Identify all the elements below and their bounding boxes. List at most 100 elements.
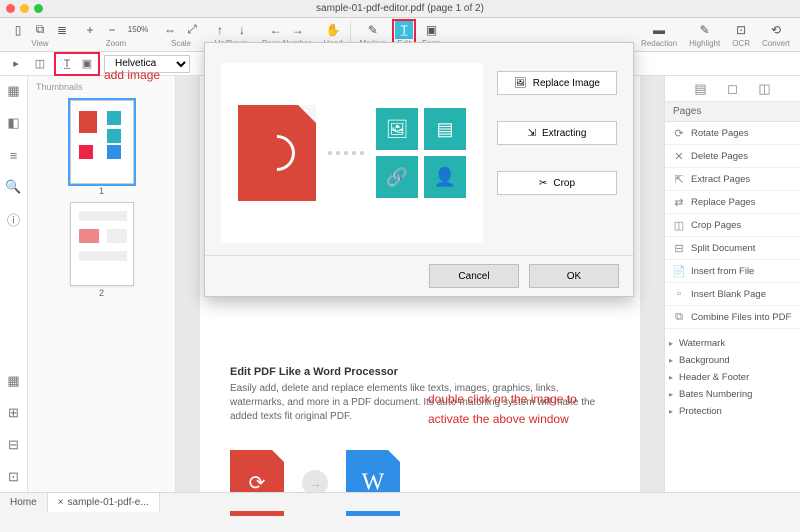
watermark[interactable]: Watermark [665,335,800,352]
highlight-group: ✎ Highlight [683,22,726,48]
add-text-icon[interactable]: T̲ [57,55,77,73]
fit-width-icon[interactable]: ⇔ [162,22,178,38]
collapse-icon[interactable]: ▸ [6,55,26,73]
form-icon[interactable]: ▣ [424,22,440,38]
split-icon: ⊟ [673,242,685,254]
zoom-icon[interactable] [34,4,43,13]
highlight-label: Highlight [689,39,720,48]
outline-tab-icon[interactable]: ≡ [7,148,21,162]
home-tab[interactable]: Home [0,493,48,512]
status-bar: Home ×sample-01-pdf-e... [0,492,800,511]
text-tile-icon: ▤ [424,108,466,150]
insert-blank-page[interactable]: ▫Insert Blank Page [665,283,800,306]
grid2-icon[interactable]: ⊞ [7,406,21,420]
info-tab-icon[interactable]: ⓘ [7,212,21,226]
rotate-icon: ⟳ [673,127,685,139]
add-image-icon[interactable]: ▣ [77,55,97,73]
pages-section-header: Pages [665,102,800,122]
ocr-group: ⊡ OCR [726,22,756,48]
view-group: ▯ ⧉ ≣ View [4,22,76,48]
person-tile-icon: 👤 [424,156,466,198]
image-icon: 🖼 [514,78,527,89]
redaction-label: Redaction [641,39,677,48]
rtab-doc-icon[interactable]: ◻ [726,82,740,96]
window-controls [6,4,43,13]
bates-numbering[interactable]: Bates Numbering [665,386,800,403]
minimize-icon[interactable] [20,4,29,13]
view-single-icon[interactable]: ▯ [10,22,26,38]
hand-icon[interactable]: ✋ [325,22,341,38]
rtab-layers-icon[interactable]: ◫ [758,82,772,96]
rtab-page-icon[interactable]: ▤ [694,82,708,96]
next-page-icon[interactable]: → [290,22,306,38]
header-footer[interactable]: Header & Footer [665,369,800,386]
combine-files[interactable]: ⧉Combine Files into PDF [665,306,800,329]
edit-icon[interactable]: T̲ [395,21,413,39]
grid1-icon[interactable]: ▦ [7,374,21,388]
fit-page-icon[interactable]: ⤢ [184,22,200,38]
highlight-icon[interactable]: ✎ [697,22,713,38]
extract-pages[interactable]: ⇱Extract Pages [665,168,800,191]
delete-icon: ✕ [673,150,685,162]
ocr-icon[interactable]: ⊡ [733,22,749,38]
replace-pages[interactable]: ⇄Replace Pages [665,191,800,214]
redaction-icon[interactable]: ▬ [651,22,667,38]
annotation-dblclick-2: activate the above window [428,412,569,426]
pdf-large-icon [238,105,316,201]
zoom-label: Zoom [106,39,126,48]
combine-icon: ⧉ [673,311,685,323]
right-panel: ▤ ◻ ◫ Pages ⟳Rotate Pages ✕Delete Pages … [664,76,800,492]
convert-icon[interactable]: ⟲ [768,22,784,38]
zoom-group: + − 150% Zoom [76,22,156,48]
article-heading: Edit PDF Like a Word Processor [230,366,610,378]
crop-small-icon: ✂ [539,178,547,189]
view-double-icon[interactable]: ⧉ [32,22,48,38]
prev-page-icon[interactable]: ← [268,22,284,38]
annotation-dblclick-1: double click on the image to [428,392,577,406]
convert-group: ⟲ Convert [756,22,796,48]
page-up-icon[interactable]: ↑ [212,22,228,38]
cancel-button[interactable]: Cancel [429,264,519,288]
convert-label: Convert [762,39,790,48]
crop-button[interactable]: ✂Crop [497,171,617,195]
dots-icon [328,151,364,155]
ocr-label: OCR [732,39,750,48]
zoom-in-icon[interactable]: + [82,22,98,38]
zoom-pct[interactable]: 150% [126,22,150,38]
search-tab-icon[interactable]: 🔍 [7,180,21,194]
extracting-button[interactable]: ⇲Extracting [497,121,617,145]
document-tab[interactable]: ×sample-01-pdf-e... [48,493,160,512]
background[interactable]: Background [665,352,800,369]
grid3-icon[interactable]: ⊟ [7,438,21,452]
convert-diagram: ⟳ → W [200,434,640,532]
page-down-icon[interactable]: ↓ [234,22,250,38]
thumbnail-2[interactable] [70,202,134,286]
thumbnail-1[interactable] [70,100,134,184]
view-label: View [31,39,48,48]
selection-icon[interactable]: ◫ [30,55,50,73]
close-icon[interactable] [6,4,15,13]
ok-button[interactable]: OK [529,264,619,288]
delete-pages[interactable]: ✕Delete Pages [665,145,800,168]
image-edit-dialog: 🖼 ▤ 🔗 👤 🖼Replace Image ⇲Extracting ✂Crop… [204,42,634,297]
replace-image-button[interactable]: 🖼Replace Image [497,71,617,95]
crop-pages[interactable]: ◫Crop Pages [665,214,800,237]
window-title: sample-01-pdf-editor.pdf (page 1 of 2) [316,3,484,14]
thumbnails-tab-icon[interactable]: ▦ [7,84,21,98]
dialog-preview: 🖼 ▤ 🔗 👤 [221,63,483,243]
thumbnails-panel: Thumbnails 1 2 [28,76,176,492]
zoom-out-icon[interactable]: − [104,22,120,38]
rotate-pages[interactable]: ⟳Rotate Pages [665,122,800,145]
insert-file-icon: 📄 [673,265,685,277]
markup-icon[interactable]: ✎ [365,22,381,38]
grid4-icon[interactable]: ⊡ [7,470,21,484]
insert-from-file[interactable]: 📄Insert from File [665,260,800,283]
protection[interactable]: Protection [665,403,800,420]
split-document[interactable]: ⊟Split Document [665,237,800,260]
bookmarks-tab-icon[interactable]: ◧ [7,116,21,130]
left-rail: ▦ ◧ ≡ 🔍 ⓘ ▦ ⊞ ⊟ ⊡ [0,76,28,492]
redaction-group: ▬ Redaction [635,22,683,48]
image-tile-icon: 🖼 [376,108,418,150]
blank-page-icon: ▫ [673,288,685,300]
view-continuous-icon[interactable]: ≣ [54,22,70,38]
